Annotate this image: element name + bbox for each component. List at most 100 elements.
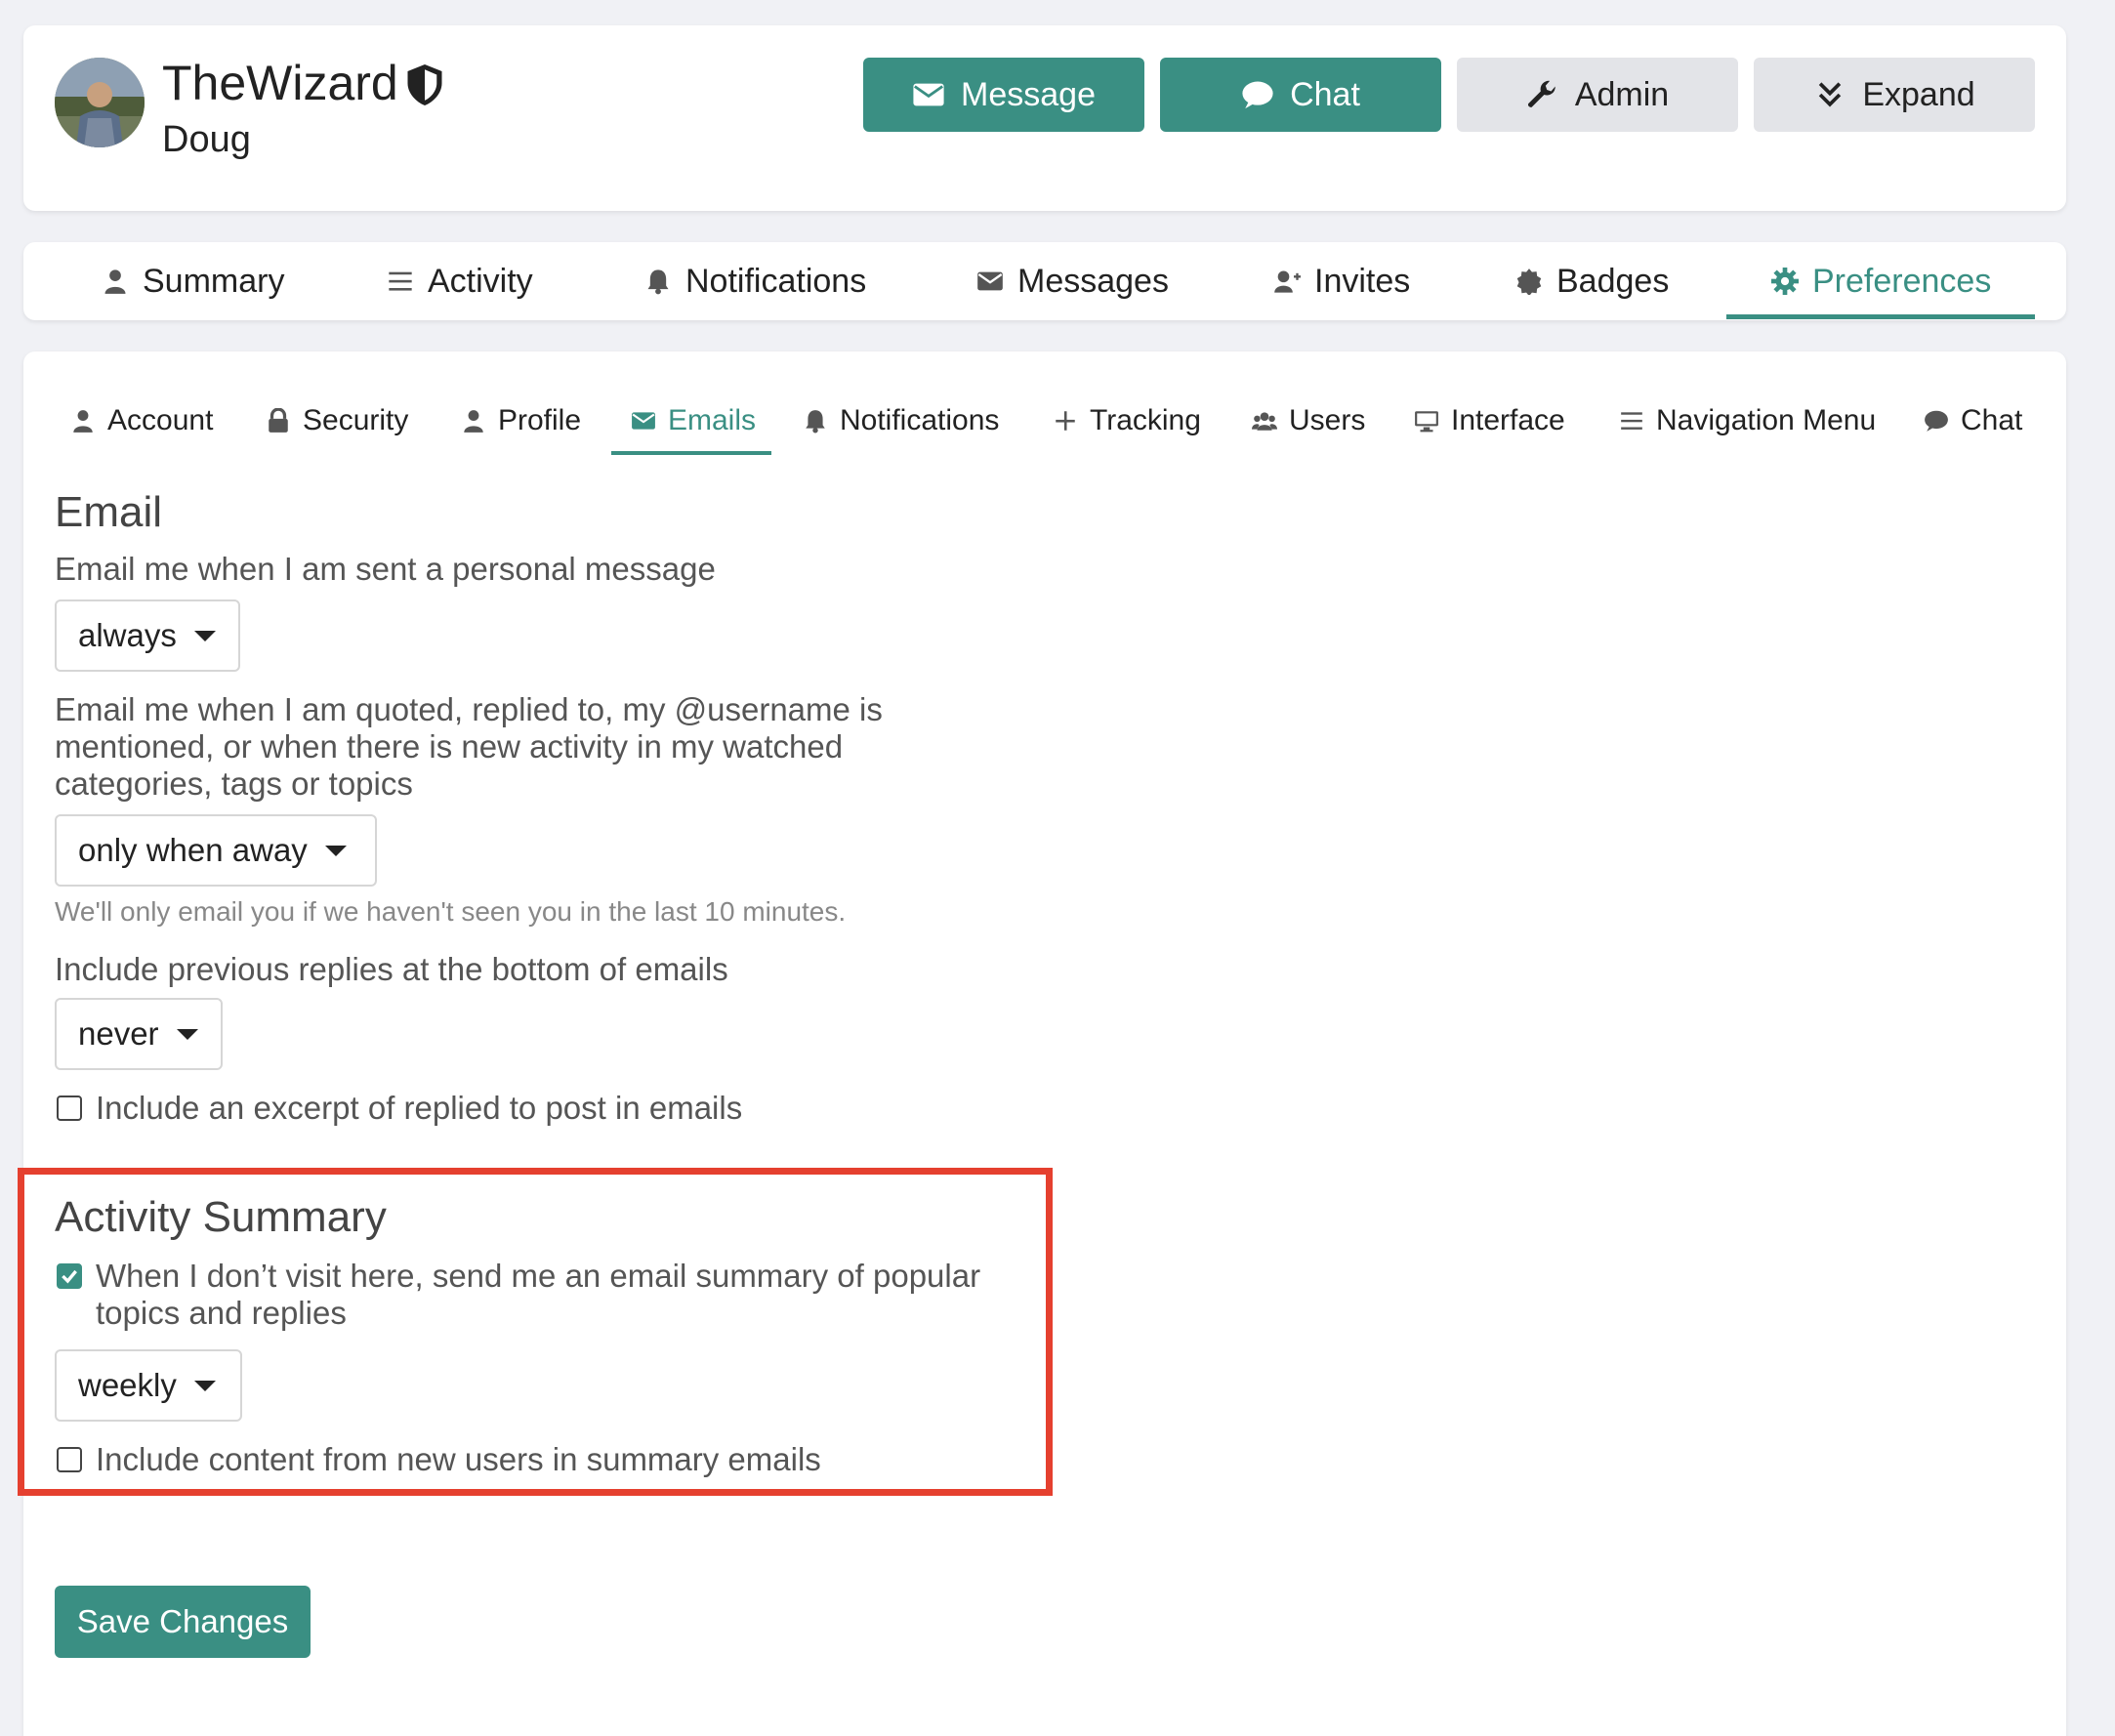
- subtab-chat[interactable]: Chat: [1924, 387, 2022, 455]
- email-section-title: Email: [55, 488, 163, 536]
- subtab-tracking-label: Tracking: [1090, 404, 1201, 436]
- activity-email-select[interactable]: only when away: [55, 814, 377, 887]
- active-tab-indicator: [1726, 314, 2035, 319]
- tab-invites[interactable]: Invites: [1273, 242, 1410, 320]
- digest-label: When I don’t visit here, send me an emai…: [96, 1258, 981, 1331]
- excerpt-option: Include an excerpt of replied to post in…: [57, 1090, 742, 1127]
- digest-option: When I don’t visit here, send me an emai…: [57, 1258, 1033, 1332]
- subtab-security[interactable]: Security: [266, 387, 408, 455]
- previous-replies-label: Include previous replies at the bottom o…: [55, 951, 728, 987]
- personal-message-label: Email me when I am sent a personal messa…: [55, 551, 716, 587]
- subtab-notifications[interactable]: Notifications: [803, 387, 999, 455]
- subtab-emails-label: Emails: [668, 404, 757, 436]
- tab-badges-label: Badges: [1556, 262, 1670, 300]
- user-plus-icon: [1274, 270, 1301, 293]
- envelope-icon: [913, 83, 944, 106]
- new-users-option: Include content from new users in summar…: [57, 1441, 821, 1478]
- user-icon: [464, 410, 483, 433]
- tab-notifications-label: Notifications: [685, 262, 867, 300]
- avatar[interactable]: [55, 58, 145, 147]
- user-icon: [104, 269, 126, 294]
- tab-preferences[interactable]: Preferences: [1771, 242, 1991, 320]
- excerpt-checkbox[interactable]: [57, 1095, 82, 1121]
- users-icon: [1252, 412, 1277, 431]
- plus-icon: [1056, 411, 1075, 431]
- active-subtab-indicator: [611, 451, 771, 455]
- digest-frequency-value: weekly: [78, 1367, 177, 1403]
- user-header-card: TheWizard Doug Message Chat Admin Expand: [23, 25, 2066, 211]
- tab-summary[interactable]: Summary: [102, 242, 284, 320]
- checkmark-icon: [62, 1269, 77, 1284]
- subtab-security-label: Security: [303, 404, 409, 436]
- badge-icon: [1516, 269, 1542, 295]
- activity-email-value: only when away: [78, 832, 308, 868]
- monitor-icon: [1415, 411, 1438, 433]
- activity-email-hint: We'll only email you if we haven't seen …: [55, 896, 847, 927]
- caret-down-icon: [193, 1380, 216, 1391]
- admin-button-label: Admin: [1574, 75, 1670, 113]
- shield-icon: [407, 64, 442, 105]
- subtab-account[interactable]: Account: [70, 387, 213, 455]
- subtab-interface[interactable]: Interface: [1414, 387, 1565, 455]
- envelope-icon: [977, 271, 1003, 291]
- bell-icon: [806, 410, 825, 434]
- message-button-label: Message: [961, 75, 1096, 113]
- caret-down-icon: [176, 1028, 198, 1040]
- expand-button-label: Expand: [1862, 75, 1975, 113]
- personal-message-value: always: [78, 617, 177, 653]
- subtab-users-label: Users: [1289, 404, 1366, 436]
- tab-preferences-label: Preferences: [1812, 262, 1992, 300]
- tab-badges[interactable]: Badges: [1515, 242, 1669, 320]
- personal-message-select[interactable]: always: [55, 599, 240, 672]
- user-icon: [73, 410, 93, 433]
- gear-icon: [1771, 268, 1799, 295]
- tab-notifications[interactable]: Notifications: [644, 242, 866, 320]
- caret-down-icon: [324, 845, 347, 856]
- lock-icon: [269, 408, 288, 433]
- subtab-emails[interactable]: Emails: [631, 387, 756, 455]
- full-name: Doug: [162, 119, 251, 160]
- excerpt-label: Include an excerpt of replied to post in…: [96, 1090, 743, 1126]
- bell-icon: [647, 269, 669, 295]
- double-chevron-down-icon: [1819, 82, 1842, 107]
- subtab-profile-label: Profile: [498, 404, 582, 436]
- subtab-navigation-menu[interactable]: Navigation Menu: [1619, 387, 1876, 455]
- envelope-icon: [632, 412, 655, 430]
- wrench-icon: [1527, 80, 1555, 107]
- new-users-label: Include content from new users in summar…: [96, 1441, 821, 1477]
- tab-messages-label: Messages: [1017, 262, 1169, 300]
- digest-checkbox[interactable]: [57, 1263, 82, 1289]
- subtab-interface-label: Interface: [1451, 404, 1565, 436]
- chat-bubble-icon: [1925, 410, 1948, 432]
- save-changes-button[interactable]: Save Changes: [55, 1586, 311, 1658]
- user-nav-tabs: Summary Activity Notifications Messages …: [23, 242, 2066, 320]
- tab-invites-label: Invites: [1314, 262, 1411, 300]
- previous-replies-value: never: [78, 1015, 159, 1052]
- activity-email-label: Email me when I am quoted, replied to, m…: [55, 691, 883, 802]
- chat-button[interactable]: Chat: [1160, 58, 1441, 132]
- tab-activity[interactable]: Activity: [387, 242, 533, 320]
- subtab-navigation-menu-label: Navigation Menu: [1656, 404, 1877, 436]
- activity-summary-title: Activity Summary: [55, 1193, 387, 1241]
- username: TheWizard: [162, 56, 398, 110]
- subtab-tracking[interactable]: Tracking: [1053, 387, 1201, 455]
- subtab-notifications-label: Notifications: [840, 404, 1000, 436]
- subtab-account-label: Account: [107, 404, 214, 436]
- subtab-profile[interactable]: Profile: [461, 387, 581, 455]
- previous-replies-select[interactable]: never: [55, 998, 223, 1070]
- tab-summary-label: Summary: [143, 262, 285, 300]
- list-icon: [389, 271, 412, 291]
- message-button[interactable]: Message: [863, 58, 1144, 132]
- digest-frequency-select[interactable]: weekly: [55, 1349, 242, 1422]
- subtab-users[interactable]: Users: [1252, 387, 1365, 455]
- chat-bubble-icon: [1242, 81, 1273, 109]
- chat-button-label: Chat: [1290, 75, 1360, 113]
- tab-activity-label: Activity: [428, 262, 533, 300]
- subtab-chat-label: Chat: [1961, 404, 2023, 436]
- list-icon: [1621, 412, 1642, 430]
- expand-button[interactable]: Expand: [1754, 58, 2035, 132]
- admin-button[interactable]: Admin: [1457, 58, 1738, 132]
- caret-down-icon: [193, 630, 216, 641]
- tab-messages[interactable]: Messages: [976, 242, 1169, 320]
- new-users-checkbox[interactable]: [57, 1447, 82, 1472]
